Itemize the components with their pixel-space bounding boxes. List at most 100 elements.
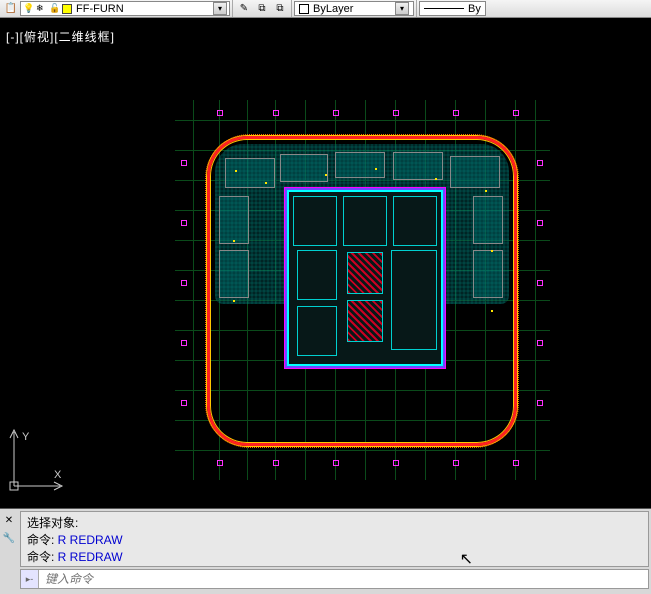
room-block <box>219 196 249 244</box>
grid-marker <box>181 280 187 286</box>
grid-marker <box>537 340 543 346</box>
cmd-prefix: 命令: <box>27 550 58 564</box>
layer-tool-1-icon[interactable]: ✎ <box>236 1 252 17</box>
detail-dot <box>325 174 327 176</box>
detail-dot <box>491 250 493 252</box>
drawing-viewport[interactable]: [-][俯视][二维线框] <box>0 18 651 508</box>
room-block <box>450 156 500 188</box>
chevron-down-icon[interactable]: ▾ <box>213 2 227 15</box>
line-sample-icon <box>424 8 464 9</box>
command-panel: ✕ 🔧 选择对象: 命令: R REDRAW 命令: R REDRAW ▸- ↖ <box>0 508 651 594</box>
grid-line <box>175 120 550 121</box>
grid-marker <box>453 110 459 116</box>
grid-marker <box>453 460 459 466</box>
command-prompt-icon[interactable]: ▸- <box>21 570 39 588</box>
layer-dropdown[interactable]: 💡 ❄ 🔓 FF-FURN ▾ <box>20 1 230 16</box>
color-label: ByLayer <box>313 3 353 15</box>
grid-marker <box>393 460 399 466</box>
detail-dot <box>485 190 487 192</box>
color-group: ByLayer ▾ <box>292 0 417 17</box>
floor-plan-drawing <box>175 100 550 480</box>
ucs-icon[interactable]: Y X <box>8 426 68 496</box>
core-room <box>393 196 437 246</box>
grid-line <box>175 450 550 451</box>
linetype-group: By <box>417 0 488 17</box>
core-room <box>343 196 387 246</box>
detail-dot <box>491 310 493 312</box>
detail-dot <box>235 170 237 172</box>
grid-marker <box>537 280 543 286</box>
grid-line <box>193 100 194 480</box>
layer-tool-group: 📋 💡 ❄ 🔓 FF-FURN ▾ <box>0 0 233 17</box>
grid-marker <box>537 400 543 406</box>
viewport-label[interactable]: [-][俯视][二维线框] <box>6 28 115 45</box>
grid-marker <box>181 160 187 166</box>
elevator-shaft <box>347 252 383 294</box>
top-toolbar: 📋 💡 ❄ 🔓 FF-FURN ▾ ✎ ⧉ ⧉ ByLayer ▾ By <box>0 0 651 18</box>
detail-dot <box>265 182 267 184</box>
building-core <box>285 188 445 368</box>
tool-icon[interactable]: 🔧 <box>1 530 17 546</box>
room-block <box>335 152 385 178</box>
detail-dot <box>233 300 235 302</box>
layer-on-icon: 💡 <box>23 3 34 14</box>
room-block <box>473 196 503 244</box>
detail-dot <box>375 168 377 170</box>
command-input-row: ▸- <box>20 569 649 589</box>
grid-marker <box>333 110 339 116</box>
grid-marker <box>537 220 543 226</box>
ucs-x-label: X <box>54 469 62 481</box>
command-history[interactable]: 选择对象: 命令: R REDRAW 命令: R REDRAW <box>20 511 649 567</box>
room-block <box>219 250 249 298</box>
cmd-text: R REDRAW <box>58 550 123 564</box>
color-dropdown[interactable]: ByLayer ▾ <box>294 1 414 16</box>
layer-lock-icon: 🔓 <box>49 3 60 14</box>
layer-manager-icon[interactable]: 📋 <box>3 1 19 17</box>
layer-color-swatch <box>62 4 72 14</box>
color-swatch-icon <box>299 4 309 14</box>
core-room <box>391 250 437 350</box>
command-history-line: 命令: R REDRAW <box>27 531 642 548</box>
ucs-y-label: Y <box>22 431 30 443</box>
layer-name: FF-FURN <box>76 3 124 15</box>
elevator-shaft <box>347 300 383 342</box>
grid-marker <box>393 110 399 116</box>
room-block <box>225 158 275 188</box>
grid-marker <box>537 160 543 166</box>
cmd-prefix: 选择对象: <box>27 516 78 530</box>
cursor-icon: ↖ <box>460 549 473 569</box>
grid-marker <box>217 460 223 466</box>
detail-dot <box>435 178 437 180</box>
cmd-text: R REDRAW <box>58 533 123 547</box>
grid-marker <box>513 460 519 466</box>
command-side-icons: ✕ 🔧 <box>0 511 18 547</box>
linetype-label: By <box>468 3 481 15</box>
room-block <box>393 152 443 180</box>
command-input[interactable] <box>39 572 648 586</box>
grid-marker <box>273 460 279 466</box>
grid-marker <box>217 110 223 116</box>
layer-tools-group: ✎ ⧉ ⧉ <box>233 0 292 17</box>
room-block <box>280 154 328 182</box>
layer-tool-2-icon[interactable]: ⧉ <box>254 1 270 17</box>
detail-dot <box>233 240 235 242</box>
core-room <box>297 306 337 356</box>
command-history-line: 命令: R REDRAW <box>27 548 642 565</box>
cmd-prefix: 命令: <box>27 533 58 547</box>
grid-marker <box>513 110 519 116</box>
room-block <box>473 250 503 298</box>
core-room <box>297 250 337 300</box>
layer-freeze-icon: ❄ <box>36 3 47 14</box>
linetype-dropdown[interactable]: By <box>419 1 486 16</box>
grid-marker <box>181 220 187 226</box>
grid-line <box>535 100 536 480</box>
grid-marker <box>273 110 279 116</box>
chevron-down-icon[interactable]: ▾ <box>395 2 409 15</box>
layer-tool-3-icon[interactable]: ⧉ <box>272 1 288 17</box>
grid-marker <box>181 400 187 406</box>
close-icon[interactable]: ✕ <box>1 512 17 528</box>
command-history-line: 选择对象: <box>27 514 642 531</box>
grid-marker <box>181 340 187 346</box>
grid-marker <box>333 460 339 466</box>
core-room <box>293 196 337 246</box>
